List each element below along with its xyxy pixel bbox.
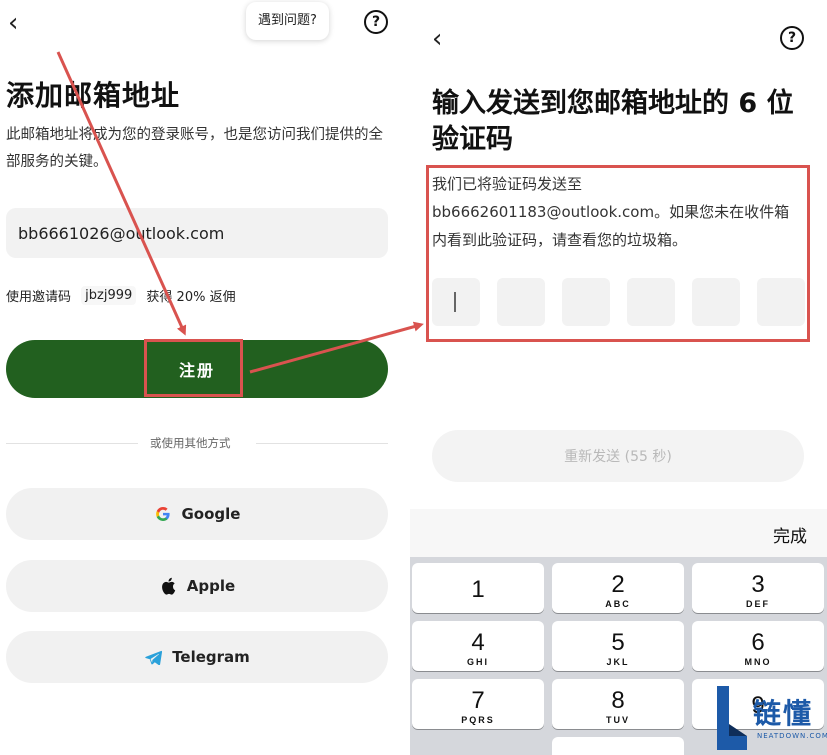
key-number: 4 — [471, 629, 485, 656]
key-letters: MNO — [744, 657, 772, 667]
key-7[interactable]: 7 PQRS — [412, 679, 544, 729]
page-title: 输入发送到您邮箱地址的 6 位验证码 — [432, 88, 794, 155]
key-8[interactable]: 8 TUV — [552, 679, 684, 729]
invite-prefix: 使用邀请码 — [6, 290, 72, 305]
invite-code-row: 使用邀请码 jbzj999 获得 20% 返佣 — [6, 286, 236, 305]
invite-code[interactable]: jbzj999 — [81, 286, 137, 305]
divider-line-left — [6, 443, 138, 444]
help-bubble[interactable]: 遇到问题? — [246, 2, 329, 40]
chevron-left-icon[interactable]: ‹ — [8, 10, 18, 36]
apple-icon — [159, 577, 177, 595]
key-number: 7 — [471, 687, 485, 714]
key-5[interactable]: 5 JKL — [552, 621, 684, 671]
code-digit-4[interactable] — [627, 278, 675, 326]
watermark-text: 链懂 — [753, 697, 814, 730]
key-4[interactable]: 4 GHI — [412, 621, 544, 671]
key-2[interactable]: 2 ABC — [552, 563, 684, 613]
resend-button[interactable]: 重新发送 (55 秒) — [432, 430, 804, 482]
register-button[interactable]: 注册 — [6, 340, 388, 398]
key-number: 8 — [611, 687, 625, 714]
key-0[interactable] — [552, 737, 684, 755]
chevron-left-icon[interactable]: ‹ — [432, 26, 442, 52]
page-title: 添加邮箱地址 — [6, 79, 181, 112]
code-digit-5[interactable] — [692, 278, 740, 326]
done-button[interactable]: 完成 — [767, 521, 813, 548]
divider-text: 或使用其他方式 — [150, 436, 231, 450]
logo-mark — [717, 686, 747, 750]
key-number: 3 — [751, 571, 765, 598]
code-digit-3[interactable] — [562, 278, 610, 326]
key-6[interactable]: 6 MNO — [692, 621, 824, 671]
google-label: Google — [181, 505, 241, 523]
code-digit-1[interactable] — [432, 278, 480, 326]
description-line: 我们已将验证码发送至 — [432, 175, 583, 193]
signup-screen: ‹ 遇到问题? ? 添加邮箱地址 此邮箱地址将成为您的登录账号，也是您访问我们提… — [0, 0, 410, 755]
apple-label: Apple — [186, 577, 236, 595]
key-number: 6 — [751, 629, 765, 656]
apple-login-button[interactable]: Apple — [6, 560, 388, 612]
key-letters: ABC — [605, 599, 631, 609]
divider-line-right — [256, 443, 388, 444]
help-icon[interactable]: ? — [364, 10, 388, 34]
telegram-label: Telegram — [172, 648, 250, 666]
help-icon[interactable]: ? — [780, 26, 804, 50]
key-letters: DEF — [746, 599, 770, 609]
key-number: 5 — [611, 629, 625, 656]
keyboard-toolbar: 完成 — [410, 509, 827, 557]
target-email: bb6662601183@outlook.com — [432, 203, 655, 221]
code-digit-2[interactable] — [497, 278, 545, 326]
telegram-login-button[interactable]: Telegram — [6, 631, 388, 683]
text-caret — [454, 292, 456, 312]
telegram-icon — [144, 648, 162, 666]
watermark-logo: 链懂 NEATDOWN.COM — [713, 684, 827, 754]
page-description: 此邮箱地址将成为您的登录账号，也是您访问我们提供的全部服务的关键。 — [6, 127, 383, 170]
google-login-button[interactable]: Google — [6, 488, 388, 540]
key-number: 2 — [611, 571, 625, 598]
key-number: 1 — [471, 576, 485, 603]
invite-suffix: 获得 20% 返佣 — [146, 290, 236, 305]
key-letters: TUV — [606, 715, 630, 725]
key-3[interactable]: 3 DEF — [692, 563, 824, 613]
watermark-subtext: NEATDOWN.COM — [757, 732, 827, 740]
verification-description: 我们已将验证码发送至 bb6662601183@outlook.com。如果您未… — [432, 170, 802, 254]
key-letters: GHI — [466, 657, 489, 667]
code-digit-6[interactable] — [757, 278, 805, 326]
email-field[interactable] — [6, 208, 388, 258]
key-1[interactable]: 1 — [412, 563, 544, 613]
key-letters: PQRS — [461, 715, 495, 725]
google-icon — [154, 505, 172, 523]
key-letters: JKL — [606, 657, 630, 667]
verification-screen: ‹ ? 输入发送到您邮箱地址的 6 位验证码 我们已将验证码发送至 bb6662… — [410, 0, 827, 755]
